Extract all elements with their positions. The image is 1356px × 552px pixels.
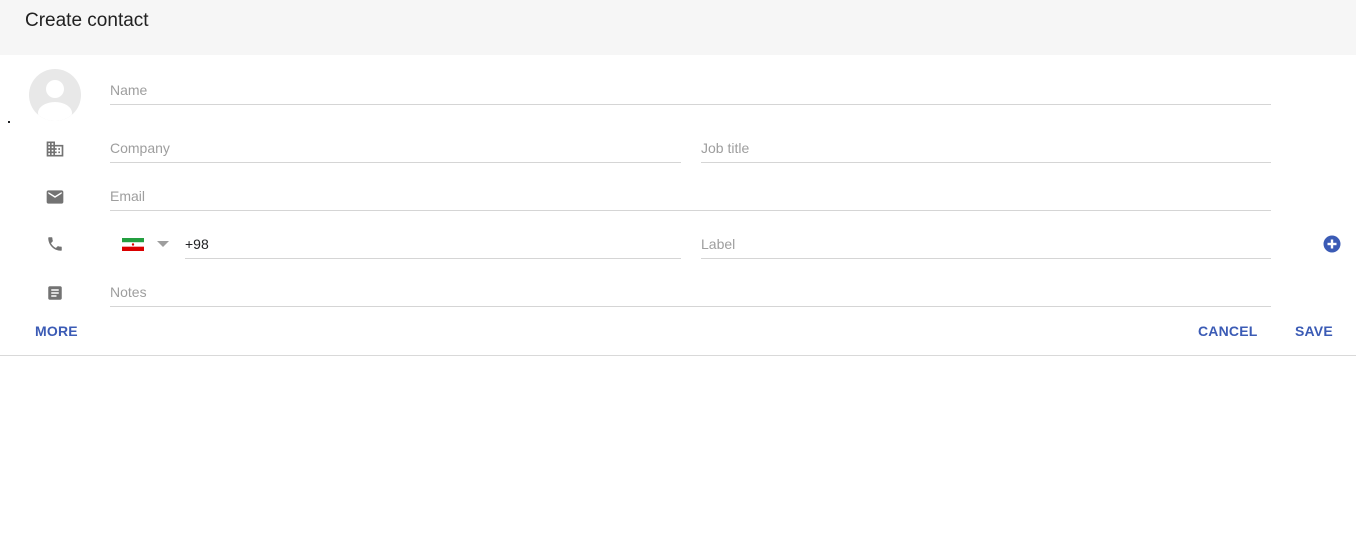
divider xyxy=(0,355,1356,356)
country-select[interactable] xyxy=(110,230,170,258)
notes-input[interactable] xyxy=(110,284,1271,300)
job-title-input[interactable] xyxy=(701,140,1271,156)
job-title-field[interactable] xyxy=(701,133,1271,163)
building-icon xyxy=(43,137,67,161)
avatar[interactable] xyxy=(29,69,81,121)
stray-dot xyxy=(8,121,10,123)
phone-label-field[interactable] xyxy=(701,229,1271,259)
company-field[interactable] xyxy=(110,133,681,163)
email-input[interactable] xyxy=(110,188,1271,204)
notes-icon xyxy=(43,281,67,305)
email-field[interactable] xyxy=(110,181,1271,211)
phone-label-input[interactable] xyxy=(701,236,1271,252)
envelope-icon xyxy=(43,185,67,209)
phone-field[interactable] xyxy=(185,229,681,259)
person-icon xyxy=(38,80,72,121)
name-field[interactable] xyxy=(110,75,1271,105)
page-title: Create contact xyxy=(25,10,149,31)
cancel-button[interactable]: CANCEL xyxy=(1198,323,1258,339)
phone-icon xyxy=(43,232,67,256)
chevron-down-icon xyxy=(157,241,169,247)
iran-flag-icon xyxy=(122,238,144,251)
name-input[interactable] xyxy=(110,82,1271,98)
plus-circle-icon[interactable] xyxy=(1323,235,1341,253)
company-input[interactable] xyxy=(110,140,681,156)
notes-field[interactable] xyxy=(110,277,1271,307)
save-button[interactable]: SAVE xyxy=(1295,323,1333,339)
phone-input[interactable] xyxy=(185,236,681,252)
dialog-header: Create contact xyxy=(0,0,1356,55)
more-button[interactable]: MORE xyxy=(35,323,78,339)
